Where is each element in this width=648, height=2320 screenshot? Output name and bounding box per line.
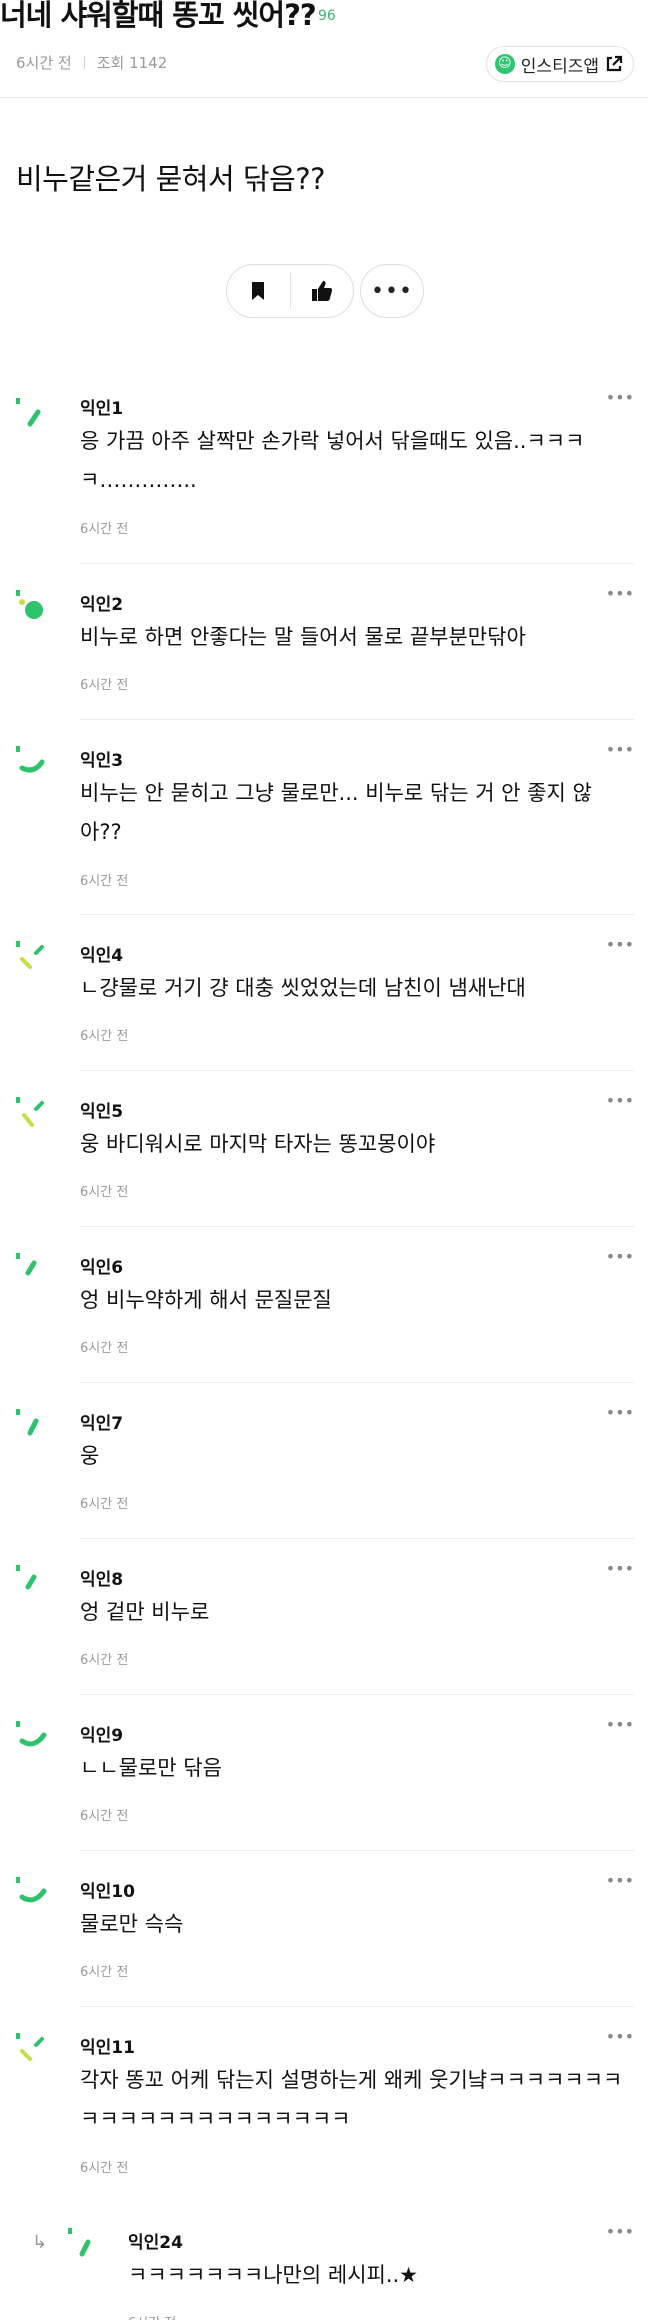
comment-author: 익인1 [80,399,124,419]
app-button-label: 인스티즈앱 [520,56,599,77]
comment-item: 익인8 ••• 엉 겉만 비누로 6시간 전 [0,1539,648,1695]
comment-text: 물로만 슥슥 [80,1912,184,1936]
comment-time: 6시간 전 [80,1185,129,1200]
comment-time: 6시간 전 [80,1497,129,1512]
comment-more-button[interactable]: ••• [606,1871,634,1890]
comment-more-button[interactable]: ••• [606,1091,634,1110]
comment-time: 6시간 전 [80,1341,129,1356]
comment-item: 익인6 ••• 엉 비누약하게 해서 문질문질 6시간 전 [0,1227,648,1383]
comment-author: 익인4 [80,946,124,966]
comment-more-button[interactable]: ••• [606,935,634,954]
comment-time: 6시간 전 [80,1653,129,1668]
comment-text: ㄴ걍물로 거기 걍 대충 씻었었는데 남친이 냄새난대 [80,976,526,1000]
post-content: 비누같은거 묻혀서 닦음?? [16,162,326,196]
comment-more-button[interactable]: ••• [606,2027,634,2046]
anonymous-avatar [16,1875,60,1919]
comment-author: 익인5 [80,1102,124,1122]
more-horizontal-icon: ••• [371,278,413,304]
anonymous-avatar [16,939,60,983]
comment-item: 익인9 ••• ㄴㄴ물로만 닦음 6시간 전 [0,1695,648,1851]
comment-author: 익인11 [80,2038,135,2058]
comment-text: 엉 겉만 비누로 [80,1600,210,1624]
post-header: 너네 샤워할때 똥꼬 씻어?? 96 6시간 전 조회 1142 ☺ 인스티즈앱 [0,0,648,98]
bookmark-icon [252,282,265,300]
like-button[interactable] [291,265,354,317]
smile-icon: ☺ [494,54,515,74]
comment-author: 익인9 [80,1726,124,1746]
comment-more-button[interactable]: ••• [606,740,634,759]
comment-item: 익인7 ••• 웅 6시간 전 [0,1383,648,1539]
comment-text: ㄴㄴ물로만 닦음 [80,1756,222,1780]
anonymous-avatar [16,1563,60,1607]
comment-more-button[interactable]: ••• [606,1559,634,1578]
comment-time: 6시간 전 [80,1029,129,1044]
comment-item: 익인2 ••• 비누로 하면 안좋다는 말 들어서 물로 끝부분만닦아 6시간 … [0,564,648,720]
anonymous-avatar [16,588,60,632]
comment-author: 익인7 [80,1414,124,1434]
instiz-app-button[interactable]: ☺ 인스티즈앱 [485,46,634,82]
comment-item: 익인11 ••• 각자 똥꼬 어케 닦는지 설명하는게 왜케 웃기냨ㅋㅋㅋㅋㅋㅋ… [0,2007,648,2202]
comment-more-button[interactable]: ••• [606,1403,634,1422]
comment-text: 웅 바디워시로 마지막 타자는 똥꼬몽이야 [80,1132,436,1156]
comment-text: 비누로 하면 안좋다는 말 들어서 물로 끝부분만닦아 [80,625,526,649]
comment-time: 6시간 전 [80,1809,129,1824]
reply-arrow-icon: ↳ [32,2232,48,2253]
comment-author: 익인24 [128,2233,183,2253]
bookmark-button[interactable] [227,265,290,317]
post-views: 조회 1142 [96,54,168,72]
meta-divider [83,56,85,69]
comment-author: 익인3 [80,751,124,771]
comment-item: 익인5 ••• 웅 바디워시로 마지막 타자는 똥꼬몽이야 6시간 전 [0,1071,648,1227]
anonymous-avatar [16,1407,60,1451]
comment-more-button[interactable]: ••• [606,1247,634,1266]
post-action-group [226,264,354,318]
comment-time: 6시간 전 [128,2312,176,2320]
comment-text: 엉 비누약하게 해서 문질문질 [80,1288,332,1312]
comment-text: 각자 똥꼬 어케 닦는지 설명하는게 왜케 웃기냨ㅋㅋㅋㅋㅋㅋㅋㅋㅋㅋㅋㅋㅋㅋㅋ… [80,2068,623,2131]
comment-time: 6시간 전 [80,874,129,889]
comment-text: 비누는 안 묻히고 그냥 물로만... 비누로 닦는 거 안 좋지 않아?? [80,781,592,844]
anonymous-avatar [16,1095,60,1139]
comment-time: 6시간 전 [80,1965,129,1980]
comment-more-button[interactable]: ••• [606,388,634,407]
comment-more-button[interactable]: ••• [606,1715,634,1734]
comment-text: ㅋㅋㅋㅋㅋㅋㅋ나만의 레시피..★ [128,2263,419,2287]
comment-more-button[interactable]: ••• [606,2222,634,2241]
comment-time: 6시간 전 [80,678,129,693]
reply-item: ↳ 익인24 ••• ㅋㅋㅋㅋㅋㅋㅋ나만의 레시피..★ 6시간 전 [0,2202,648,2320]
external-link-icon [605,55,623,73]
comment-text: 웅 [80,1444,100,1468]
comment-item: 익인3 ••• 비누는 안 묻히고 그냥 물로만... 비누로 닦는 거 안 좋… [0,720,648,915]
anonymous-avatar [16,2031,60,2075]
post-title: 너네 샤워할때 똥꼬 씻어?? [0,0,317,32]
anonymous-avatar [16,744,60,788]
anonymous-avatar [68,2226,112,2270]
comment-author: 익인10 [80,1882,135,1902]
post-more-button[interactable]: ••• [360,264,424,318]
comment-time: 6시간 전 [80,2161,129,2176]
comment-author: 익인8 [80,1570,124,1590]
comment-author: 익인6 [80,1258,124,1278]
comment-count-badge[interactable]: 96 [318,8,336,24]
anonymous-avatar [16,1251,60,1295]
post-meta: 6시간 전 조회 1142 [16,52,167,73]
comment-item: 익인10 ••• 물로만 슥슥 6시간 전 [0,1851,648,2007]
thumbs-up-icon [311,281,332,301]
comment-list: 익인1 ••• 응 가끔 아주 살짝만 손가락 넣어서 닦을때도 있음..ㅋㅋㅋ… [0,368,648,2320]
comment-item: 익인4 ••• ㄴ걍물로 거기 걍 대충 씻었었는데 남친이 냄새난대 6시간 … [0,915,648,1071]
post-time: 6시간 전 [16,54,72,72]
comment-item: 익인1 ••• 응 가끔 아주 살짝만 손가락 넣어서 닦을때도 있음..ㅋㅋㅋ… [0,368,648,564]
comment-more-button[interactable]: ••• [606,584,634,603]
comment-author: 익인2 [80,595,124,615]
comment-text: 응 가끔 아주 살짝만 손가락 넣어서 닦을때도 있음..ㅋㅋㅋㅋ………….. [80,429,585,492]
anonymous-avatar [16,1719,60,1763]
anonymous-avatar [16,392,60,436]
comment-time: 6시간 전 [80,522,129,537]
